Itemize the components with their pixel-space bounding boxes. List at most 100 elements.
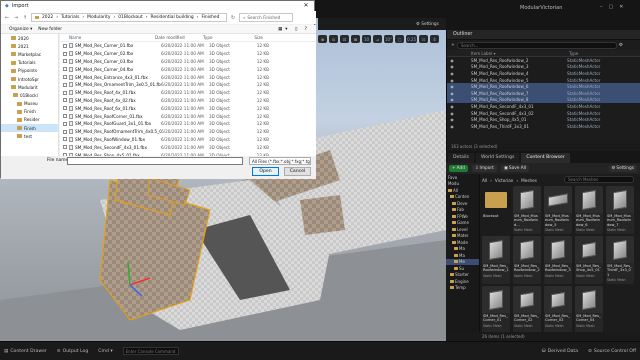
add-actor-icon[interactable]: + (451, 43, 455, 48)
cmd-dropdown[interactable]: Cmd ▾ (98, 349, 112, 354)
visibility-icon[interactable]: ◉ (447, 91, 457, 96)
row-checkbox[interactable] (63, 59, 67, 64)
tab-details[interactable]: Details (448, 153, 474, 163)
nav-item[interactable]: IntrotoSpr (1, 75, 58, 83)
breadcrumb-item[interactable]: Tutorials (61, 15, 79, 20)
visibility-icon[interactable]: ◉ (447, 58, 457, 63)
filetype-select[interactable]: All Files (*.fbx;*.obj;*.fxg;*.tga;* ▾ (249, 157, 311, 165)
dialog-search-input[interactable]: ⌕ Search Finished (239, 13, 293, 22)
content-drawer-button[interactable]: ▤ Content Drawer (4, 349, 47, 354)
viewport-tool-7[interactable]: ▢ (395, 35, 405, 43)
cb-settings-button[interactable]: ⚙ Settings (608, 165, 637, 172)
asset-tile[interactable]: SM_Mod_Res_Roofwindow_1 Static Mesh (482, 236, 510, 284)
path-item[interactable]: Victorian (495, 178, 514, 183)
outliner-row[interactable]: ◉ SM_Mod_Res_SecondF_4x3_02 StaticMeshActo… (447, 110, 640, 117)
file-row[interactable]: SM_Mod_Res_SecondF_4x3_01.fbx 6/20/2022 1… (60, 143, 316, 151)
row-checkbox[interactable] (63, 90, 67, 95)
settings-button[interactable]: ⚙ Settings (416, 22, 439, 27)
outliner-row[interactable]: ◉ SM_Mod_Res_Roofwindow_2 StaticMeshActor (447, 57, 640, 64)
size-column[interactable]: Size (243, 35, 263, 40)
file-row[interactable]: SM_Mod_Res_Roof_6x_01.fbx 6/20/2022 11:00… (60, 104, 316, 112)
close-icon[interactable]: ✕ (298, 1, 314, 11)
view-options-icon[interactable]: ▦▾ ▯ ? (278, 27, 310, 32)
outliner-search[interactable]: Search... (456, 41, 617, 49)
cancel-button[interactable]: Cancel (284, 167, 311, 176)
row-checkbox[interactable] (63, 43, 67, 48)
row-checkbox[interactable] (63, 121, 67, 126)
file-row[interactable]: SM_Mod_Res_RoofCorner_01.fbx 6/20/2022 11… (60, 112, 316, 120)
tab-content-browser[interactable]: Content Browser (521, 153, 570, 163)
file-row[interactable]: SM_Mod_Res_Entrance_4x3_01.fbx 6/20/2022 … (60, 73, 316, 81)
nav-item[interactable]: Museu (1, 100, 58, 108)
refresh-icon[interactable]: ↻ (230, 15, 236, 21)
filter-icon[interactable]: ⚙ (619, 43, 623, 48)
breadcrumb-item[interactable]: Modularity (87, 15, 110, 20)
outliner-row[interactable]: ◉ SM_Mod_Res_ThirdF_3x3_01 StaticMeshActor (447, 123, 640, 130)
viewport-tool-6[interactable]: 10° (384, 35, 394, 43)
cb-search[interactable]: Search Meshes (564, 176, 634, 183)
row-checkbox[interactable] (63, 75, 67, 80)
asset-tile[interactable]: SM_Mod_Museum_Roofwindow_5 Static Mesh (544, 186, 572, 234)
breadcrumb-item[interactable]: Finished (201, 15, 219, 20)
viewport-tool-4[interactable]: 10 (362, 35, 371, 43)
output-log-button[interactable]: ≡ Output Log (57, 349, 88, 354)
file-row[interactable]: SM_Mod_Res_Corner_04.fbx 6/20/2022 11:00 … (60, 65, 316, 73)
file-row[interactable]: SM_Mod_Res_RoofOrnamentTrim_4x0.5_01.fbx… (60, 128, 316, 136)
organize-button[interactable]: Organize ▾ (9, 27, 32, 32)
asset-tile[interactable]: SM_Mod_Museum_Roofwindow_7 Static Mesh (606, 186, 634, 234)
asset-tile[interactable]: SM_Mod_Res_Roofwindow_2 Static Mesh (513, 236, 541, 284)
nav-item[interactable]: Tutorials (1, 59, 58, 67)
new-folder-button[interactable]: New folder (38, 27, 62, 32)
viewport-tool-10[interactable]: 4 (430, 35, 439, 43)
viewport-tool-1[interactable]: ⊙ (329, 35, 338, 43)
asset-tile[interactable]: SM_Mod_Res_Corner_04 Static Mesh (575, 286, 603, 334)
asset-tile[interactable]: SM_Mod_Museum_Roofwind... Static Mesh (513, 186, 541, 234)
file-row[interactable]: SM_Mod_Res_Corner_02.fbx 6/20/2022 11:00 … (60, 50, 316, 58)
nav-item[interactable]: Modularit (1, 83, 58, 91)
import-button[interactable]: ⇩ Import (471, 165, 497, 172)
viewport-tool-8[interactable]: 0.25 (406, 35, 417, 43)
file-row[interactable]: SM_Mod_Res_RoofGuard_3x1_01.fbx 6/20/2022… (60, 120, 316, 128)
row-checkbox[interactable] (63, 129, 67, 134)
viewport-tool-9[interactable]: ⊡ (419, 35, 428, 43)
row-checkbox[interactable] (63, 137, 67, 142)
nav-item[interactable]: Marketplac (1, 50, 58, 58)
outliner-row[interactable]: ◉ SM_Mod_Res_Roofwindow_6 StaticMeshActor (447, 83, 640, 90)
outliner-row[interactable]: ◉ SM_Mod_Res_SecondF_4x3_01 StaticMeshActo… (447, 103, 640, 110)
add-button[interactable]: + Add (449, 165, 468, 172)
row-checkbox[interactable] (63, 114, 67, 119)
file-row[interactable]: SM_Mod_Res_OrnamentTrim_3x0.5_01.fbx 6/20… (60, 81, 316, 89)
back-icon[interactable]: ← (4, 15, 10, 21)
row-checkbox[interactable] (63, 98, 67, 103)
breadcrumb-item[interactable]: Residential building (151, 15, 194, 20)
file-row[interactable]: SM_Mod_Res_Corner_01.fbx 6/20/2022 11:00 … (60, 42, 316, 50)
tree-item[interactable]: Temp (446, 285, 479, 292)
nav-item[interactable]: Finish (1, 124, 58, 133)
row-checkbox[interactable] (63, 67, 67, 72)
asset-tile[interactable]: SM_Mod_Res_Roofwindow_3 Static Mesh (544, 236, 572, 284)
breadcrumb-item[interactable]: 01Blockout (118, 15, 143, 20)
viewport-tool-0[interactable]: ⊕ (318, 35, 327, 43)
row-checkbox[interactable] (63, 106, 67, 111)
nav-item[interactable]: Finish (1, 108, 58, 116)
nav-item[interactable]: Resider (1, 116, 58, 124)
path-item[interactable]: Meshes (521, 178, 537, 183)
outliner-row[interactable]: ◉ SM_Mod_Res_Roofwindow_8 StaticMeshActor (447, 96, 640, 104)
file-row[interactable]: SM_Mod_Res_Roof_4x_02.fbx 6/20/2022 11:00… (60, 97, 316, 105)
row-checkbox[interactable] (63, 51, 67, 56)
nav-item[interactable]: Plypoints (1, 67, 58, 75)
visibility-icon[interactable]: ◉ (447, 78, 457, 83)
viewport-tool-5[interactable]: ⊿ (373, 35, 382, 43)
row-checkbox[interactable] (63, 82, 67, 87)
nav-item[interactable]: 2021 (1, 42, 58, 50)
path-item[interactable]: All (482, 178, 487, 183)
type-column[interactable]: Type (569, 51, 578, 56)
outliner-row[interactable]: ◉ SM_Mod_Res_Shop_4x5_01 StaticMeshActor (447, 116, 640, 123)
name-column[interactable]: Name (69, 35, 155, 40)
tab-world-settings[interactable]: World Settings (475, 153, 520, 163)
outliner-row[interactable]: ◉ SM_Mod_Res_Roofwindow_7 StaticMeshActor (447, 89, 640, 97)
file-row[interactable]: SM_Mod_Res_RoofWindow_01.fbx 6/20/2022 11… (60, 136, 316, 144)
date-column[interactable]: Date modified (155, 35, 203, 40)
visibility-icon[interactable]: ◉ (447, 117, 457, 122)
up-icon[interactable]: ↑ (22, 15, 28, 21)
